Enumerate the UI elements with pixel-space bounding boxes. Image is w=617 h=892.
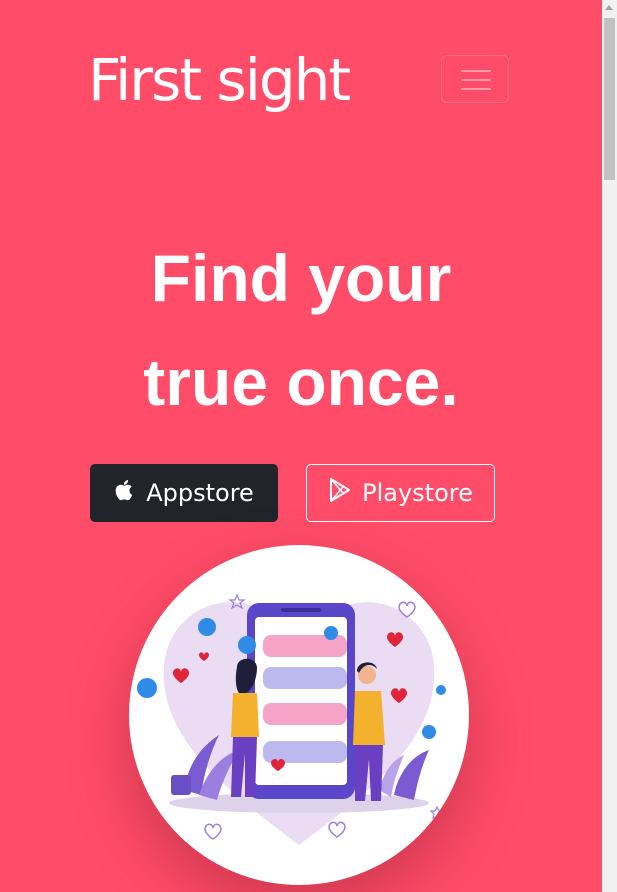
navbar-toggler-button[interactable]: [441, 55, 509, 103]
scrollbar-thumb[interactable]: [604, 18, 615, 180]
brand-logo[interactable]: First sight: [88, 44, 351, 116]
playstore-button[interactable]: Playstore: [306, 464, 495, 522]
hero-headline: Find your true once.: [0, 226, 602, 434]
hero-illustration: [129, 545, 469, 885]
appstore-button[interactable]: Appstore: [90, 464, 278, 522]
headline-line-2: true once.: [143, 345, 459, 419]
page: First sight Find your true once. Appstor…: [0, 0, 602, 892]
playstore-label: Playstore: [362, 479, 473, 507]
play-store-icon: [328, 477, 352, 509]
scroll-up-arrow-icon[interactable]: [605, 5, 613, 10]
vertical-scrollbar[interactable]: [602, 0, 617, 892]
apple-icon: [114, 478, 136, 508]
appstore-label: Appstore: [146, 479, 254, 507]
headline-line-1: Find your: [150, 241, 452, 315]
